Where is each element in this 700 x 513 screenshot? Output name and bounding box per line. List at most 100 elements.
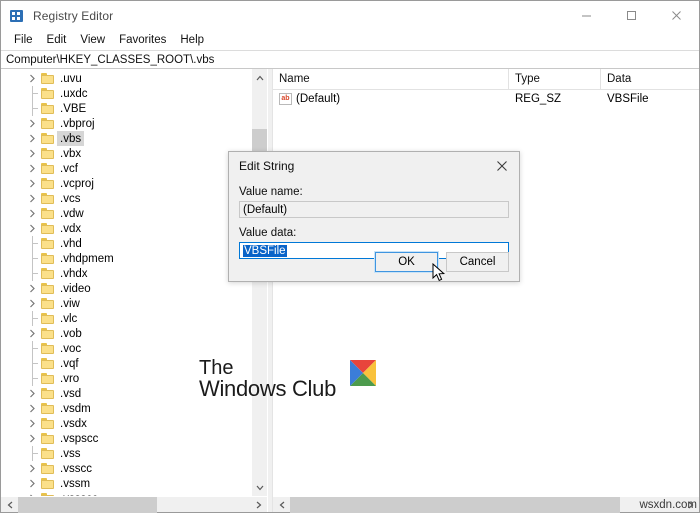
tree-horizontal-scrollbar[interactable]	[1, 496, 267, 513]
list-hscroll-thumb[interactable]	[290, 497, 620, 513]
tree-item-vqf[interactable]: .vqf	[1, 356, 251, 371]
chevron-right-icon[interactable]	[28, 164, 37, 173]
tree-item-vhdpmem[interactable]: .vhdpmem	[1, 251, 251, 266]
cancel-button[interactable]: Cancel	[446, 252, 509, 272]
chevron-right-icon[interactable]	[28, 179, 37, 188]
ok-button[interactable]: OK	[374, 251, 439, 273]
tree-vertical-scrollbar[interactable]	[251, 69, 267, 496]
tree-item-label-wrap: .vhd	[57, 236, 85, 251]
tree-item-VBE[interactable]: .VBE	[1, 101, 251, 116]
menu-item-edit[interactable]: Edit	[40, 32, 74, 48]
column-header-type[interactable]: Type	[509, 69, 601, 89]
address-bar-text: Computer\HKEY_CLASSES_ROOT\.vbs	[6, 53, 215, 66]
maximize-icon[interactable]	[609, 1, 654, 30]
tree-item-label: .vssm	[60, 477, 91, 490]
tree-item-vbs[interactable]: .vbs	[1, 131, 251, 146]
chevron-right-icon[interactable]	[28, 479, 37, 488]
tree-item-vdw[interactable]: .vdw	[1, 206, 251, 221]
chevron-right-icon[interactable]	[28, 74, 37, 83]
list-horizontal-scrollbar[interactable]	[273, 496, 699, 513]
tree-item-vsscc[interactable]: .vsscc	[1, 461, 251, 476]
tree-item-vbx[interactable]: .vbx	[1, 146, 251, 161]
tree-item-vdx[interactable]: .vdx	[1, 221, 251, 236]
window-controls	[564, 1, 699, 30]
chevron-right-icon[interactable]	[28, 434, 37, 443]
tree-item-label-wrap: .uvu	[57, 71, 85, 86]
folder-icon	[41, 343, 54, 354]
address-bar[interactable]: Computer\HKEY_CLASSES_ROOT\.vbs	[1, 50, 699, 69]
tree-item-viw[interactable]: .viw	[1, 296, 251, 311]
chevron-right-icon[interactable]	[28, 404, 37, 413]
chevron-right-icon[interactable]	[28, 419, 37, 428]
folder-icon	[41, 193, 54, 204]
tree-item-vbproj[interactable]: .vbproj	[1, 116, 251, 131]
chevron-right-icon[interactable]	[28, 329, 37, 338]
close-icon[interactable]	[654, 1, 699, 30]
tree-item-vob[interactable]: .vob	[1, 326, 251, 341]
chevron-right-icon[interactable]	[28, 464, 37, 473]
registry-values-pane: Name Type Data ab (Default) REG_SZ VBSFile	[272, 69, 699, 513]
scroll-right-icon[interactable]	[250, 497, 267, 513]
tree-item-vcproj[interactable]: .vcproj	[1, 176, 251, 191]
chevron-right-icon[interactable]	[28, 209, 37, 218]
tree-item-label-wrap: .vssm	[57, 476, 93, 491]
tree-item-vsd[interactable]: .vsd	[1, 386, 251, 401]
tree-item-vro[interactable]: .vro	[1, 371, 251, 386]
tree-item-voc[interactable]: .voc	[1, 341, 251, 356]
value-name-field[interactable]: (Default)	[239, 201, 509, 218]
column-header-data[interactable]: Data	[601, 69, 699, 89]
value-data-text: VBSFile	[243, 244, 287, 257]
tree-item-uvu[interactable]: .uvu	[1, 71, 251, 86]
tree-item-vss[interactable]: .vss	[1, 446, 251, 461]
scroll-down-icon[interactable]	[252, 479, 267, 496]
chevron-right-icon[interactable]	[28, 134, 37, 143]
tree-item-uxdc[interactable]: .uxdc	[1, 86, 251, 101]
menu-item-favorites[interactable]: Favorites	[112, 32, 173, 48]
menu-item-file[interactable]: File	[7, 32, 40, 48]
list-header: Name Type Data	[273, 69, 699, 90]
cell-data: VBSFile	[607, 92, 649, 105]
tree-item-vlc[interactable]: .vlc	[1, 311, 251, 326]
minimize-icon[interactable]	[564, 1, 609, 30]
tree-hscroll-thumb[interactable]	[18, 497, 157, 513]
tree-item-vcs[interactable]: .vcs	[1, 191, 251, 206]
scroll-left-icon[interactable]	[1, 497, 18, 513]
tree-item-label: .uvu	[60, 72, 82, 85]
registry-tree[interactable]: .uvu .uxdc .VBE .vbproj .vbs .vbx .vcf .vcproj.…	[1, 69, 251, 496]
column-header-name[interactable]: Name	[273, 69, 509, 89]
tree-item-label: .vbx	[60, 147, 82, 160]
cell-name: ab (Default)	[273, 92, 509, 105]
close-icon[interactable]	[485, 152, 519, 180]
tree-item-video[interactable]: .video	[1, 281, 251, 296]
tree-item-label: .vsdx	[60, 417, 87, 430]
tree-item-label: .vbproj	[60, 117, 95, 130]
tree-item-vsdx[interactable]: .vsdx	[1, 416, 251, 431]
folder-icon	[41, 238, 54, 249]
chevron-right-icon[interactable]	[28, 119, 37, 128]
tree-item-vsdm[interactable]: .vsdm	[1, 401, 251, 416]
menu-item-help[interactable]: Help	[173, 32, 211, 48]
tree-item-vhd[interactable]: .vhd	[1, 236, 251, 251]
tree-guide-line	[27, 86, 38, 101]
tree-item-vspscc[interactable]: .vspscc	[1, 431, 251, 446]
chevron-right-icon[interactable]	[28, 194, 37, 203]
tree-item-label-wrap: .voc	[57, 341, 84, 356]
tree-item-vcf[interactable]: .vcf	[1, 161, 251, 176]
tree-item-vssm[interactable]: .vssm	[1, 476, 251, 491]
tree-item-label-wrap: .vsd	[57, 386, 84, 401]
tree-item-label-wrap: .vsdx	[57, 416, 90, 431]
chevron-right-icon[interactable]	[28, 389, 37, 398]
folder-icon	[41, 88, 54, 99]
chevron-right-icon[interactable]	[28, 299, 37, 308]
chevron-right-icon[interactable]	[28, 284, 37, 293]
tree-item-label-wrap: .vcf	[57, 161, 81, 176]
tree-item-label-wrap: .vbs	[57, 131, 85, 146]
menu-item-view[interactable]: View	[73, 32, 112, 48]
chevron-right-icon[interactable]	[28, 224, 37, 233]
folder-icon	[41, 223, 54, 234]
scroll-up-icon[interactable]	[252, 69, 267, 86]
table-row[interactable]: ab (Default) REG_SZ VBSFile	[273, 90, 699, 107]
scroll-left-icon[interactable]	[273, 497, 290, 513]
tree-item-vhdx[interactable]: .vhdx	[1, 266, 251, 281]
chevron-right-icon[interactable]	[28, 149, 37, 158]
